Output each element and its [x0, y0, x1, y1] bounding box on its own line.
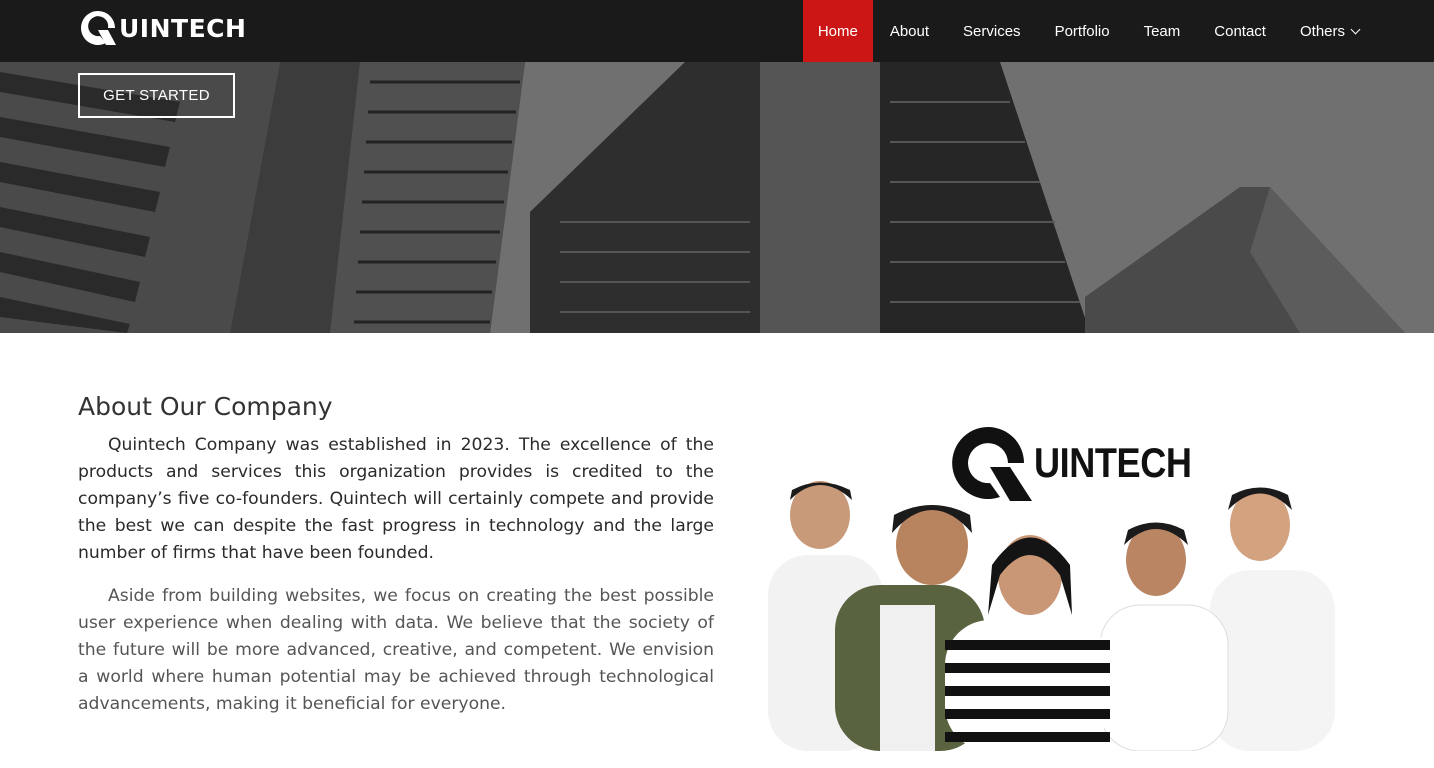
about-paragraph-2: Aside from building websites, we focus o…: [78, 586, 714, 714]
brand-logo[interactable]: UINTECH: [78, 8, 246, 48]
get-started-button[interactable]: GET STARTED: [78, 73, 235, 118]
nav-item-contact[interactable]: Contact: [1197, 0, 1283, 62]
nav-item-portfolio[interactable]: Portfolio: [1038, 0, 1127, 62]
top-navbar: UINTECH Home About Services Portfolio Te…: [0, 0, 1434, 62]
about-title: About Our Company: [78, 392, 333, 421]
hero-banner: GET STARTED: [0, 62, 1434, 333]
brand-logo-text: UINTECH: [119, 13, 247, 43]
chevron-down-icon: [1350, 24, 1361, 34]
nav-item-others-label: Others: [1299, 22, 1345, 40]
nav-item-team[interactable]: Team: [1127, 0, 1198, 62]
nav-item-about[interactable]: About: [873, 0, 946, 62]
nav-item-others[interactable]: Others: [1283, 0, 1376, 62]
quintech-q-logo-icon: [81, 11, 116, 46]
team-photo: UINTECH: [760, 415, 1350, 751]
team-members-illustration: [768, 481, 1335, 751]
about-paragraph-1: Quintech Company was established in 2023…: [78, 435, 714, 563]
nav-item-home[interactable]: Home: [802, 0, 873, 62]
main-navigation: Home About Services Portfolio Team Conta…: [802, 0, 1376, 62]
nav-item-services[interactable]: Services: [946, 0, 1038, 62]
